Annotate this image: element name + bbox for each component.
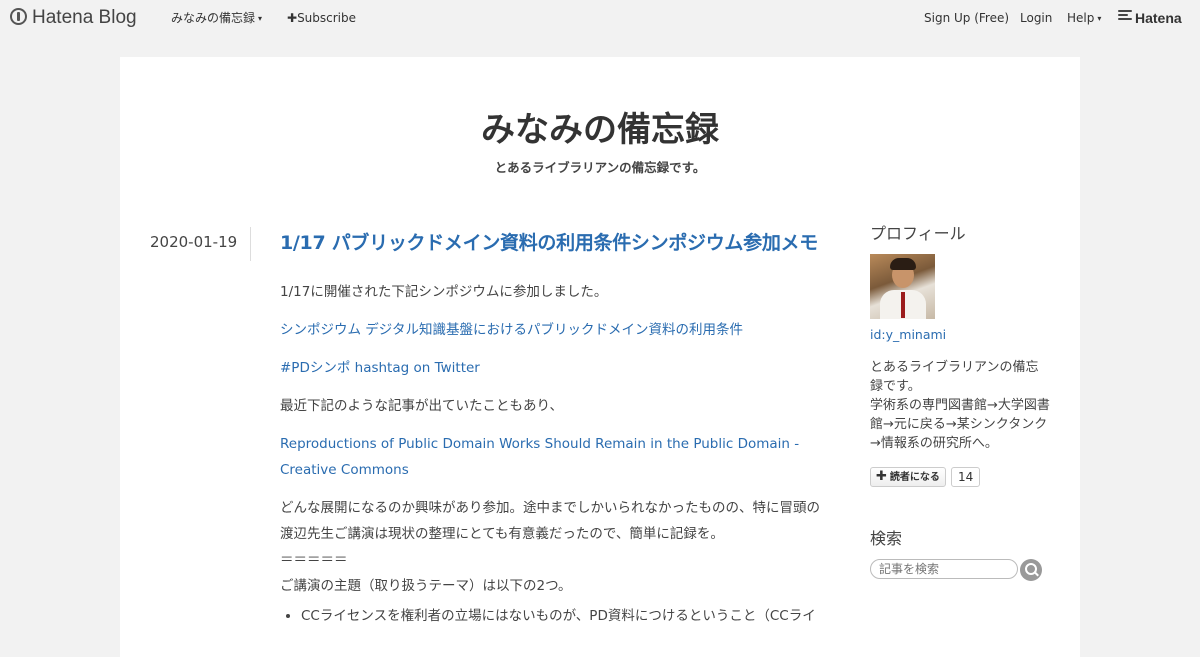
signup-link[interactable]: Sign Up (Free) <box>924 0 1009 36</box>
entry-paragraph: どんな展開になるのか興味があり参加。途中までしかいられなかったものの、特に冒頭の… <box>280 495 845 599</box>
blog-container: みなみの備忘録 とあるライブラリアンの備忘録です。 2020-01-19 1/1… <box>120 57 1080 657</box>
plus-icon: ✚ <box>287 11 298 25</box>
blog-menu-dropdown[interactable]: みなみの備忘録 ▾ <box>171 0 262 36</box>
profile-avatar[interactable] <box>870 254 935 319</box>
text-line: ご講演の主題（取り扱うテーマ）は以下の2つ。 <box>280 578 572 594</box>
subscribe-label: Subscribe <box>297 11 357 25</box>
entry-title[interactable]: 1/17 パブリックドメイン資料の利用条件シンポジウム参加メモ <box>280 227 845 259</box>
reader-row: ✚ 読者になる 14 <box>870 467 1050 487</box>
help-dropdown[interactable]: Help ▾ <box>1067 0 1101 36</box>
hatena-brand-link[interactable]: Hatena <box>1118 0 1182 36</box>
hatena-logo-icon <box>10 8 27 25</box>
subscribe-reader-button[interactable]: ✚ 読者になる <box>870 467 946 487</box>
logo-text: Hatena Blog <box>32 7 137 28</box>
caret-down-icon: ▾ <box>258 14 263 23</box>
entry-paragraph: #PDシンポ hashtag on Twitter <box>280 355 845 381</box>
entry-paragraph: シンポジウム デジタル知識基盤におけるパブリックドメイン資料の利用条件 <box>280 317 845 343</box>
entry-date[interactable]: 2020-01-19 <box>150 233 237 251</box>
list-item: CCライセンスを権利者の立場にはないものが、PD資料につけるということ（CCライ <box>301 603 845 629</box>
entry-article: 1/17 パブリックドメイン資料の利用条件シンポジウム参加メモ 1/17に開催さ… <box>280 227 845 629</box>
reader-button-label: 読者になる <box>889 472 940 483</box>
search-form <box>870 559 1050 583</box>
blog-title-link[interactable]: みなみの備忘録 <box>481 110 719 150</box>
profile-description: とあるライブラリアンの備忘録です。 学術系の専門図書館→大学図書館→元に戻る→某… <box>870 358 1050 453</box>
entry-list: CCライセンスを権利者の立場にはないものが、PD資料につけるということ（CCライ <box>280 603 845 629</box>
caret-down-icon: ▾ <box>1097 14 1102 23</box>
blog-title[interactable]: みなみの備忘録 <box>120 105 1080 155</box>
login-link[interactable]: Login <box>1020 0 1052 36</box>
sidebar: プロフィール id:y_minami とあるライブラリアンの備忘録です。 学術系… <box>870 222 1050 583</box>
profile-desc-line: とあるライブラリアンの備忘録です。 <box>870 360 1039 394</box>
entry-paragraph: 最近下記のような記事が出ていたこともあり、 <box>280 398 563 414</box>
twitter-hashtag-link[interactable]: #PDシンポ hashtag on Twitter <box>280 360 480 376</box>
text-line: どんな展開になるのか興味があり参加。途中までしかいられなかったものの、特に冒頭の <box>280 500 820 516</box>
hatena-brand-label: Hatena <box>1135 10 1182 26</box>
profile-heading: プロフィール <box>870 224 966 243</box>
search-heading: 検索 <box>870 529 903 548</box>
entry-paragraph: 1/17に開催された下記シンポジウムに参加しました。 <box>280 284 608 300</box>
subscribe-button[interactable]: ✚Subscribe <box>287 0 356 36</box>
reader-count-badge[interactable]: 14 <box>951 467 981 487</box>
entry-title-link[interactable]: 1/17 パブリックドメイン資料の利用条件シンポジウム参加メモ <box>280 232 818 254</box>
text-line: 渡辺先生ご講演は現状の整理にとても有意義だったので、簡単に記録を。 <box>280 526 724 542</box>
entry-paragraph: Reproductions of Public Domain Works Sho… <box>280 431 845 483</box>
profile-desc-line: 学術系の専門図書館→大学図書館→元に戻る→某シンクタンク→情報系の研究所へ。 <box>870 398 1050 451</box>
global-header: Hatena Blog みなみの備忘録 ▾ ✚Subscribe Sign Up … <box>0 0 1200 36</box>
hatena-mark-icon <box>1118 8 1132 22</box>
creative-commons-link[interactable]: Reproductions of Public Domain Works Sho… <box>280 436 799 478</box>
text-line: ＝＝＝＝＝ <box>280 552 348 568</box>
date-divider <box>250 227 251 261</box>
blog-menu-label: みなみの備忘録 <box>171 11 256 25</box>
search-button[interactable] <box>1020 559 1042 581</box>
profile-id-link[interactable]: id:y_minami <box>870 327 1050 342</box>
help-label: Help <box>1067 11 1095 25</box>
search-input[interactable] <box>870 559 1018 579</box>
plus-icon: ✚ <box>876 469 887 484</box>
symposium-link[interactable]: シンポジウム デジタル知識基盤におけるパブリックドメイン資料の利用条件 <box>280 322 743 338</box>
hatena-blog-logo[interactable]: Hatena Blog <box>10 0 137 36</box>
blog-description: とあるライブラリアンの備忘録です。 <box>494 160 706 175</box>
